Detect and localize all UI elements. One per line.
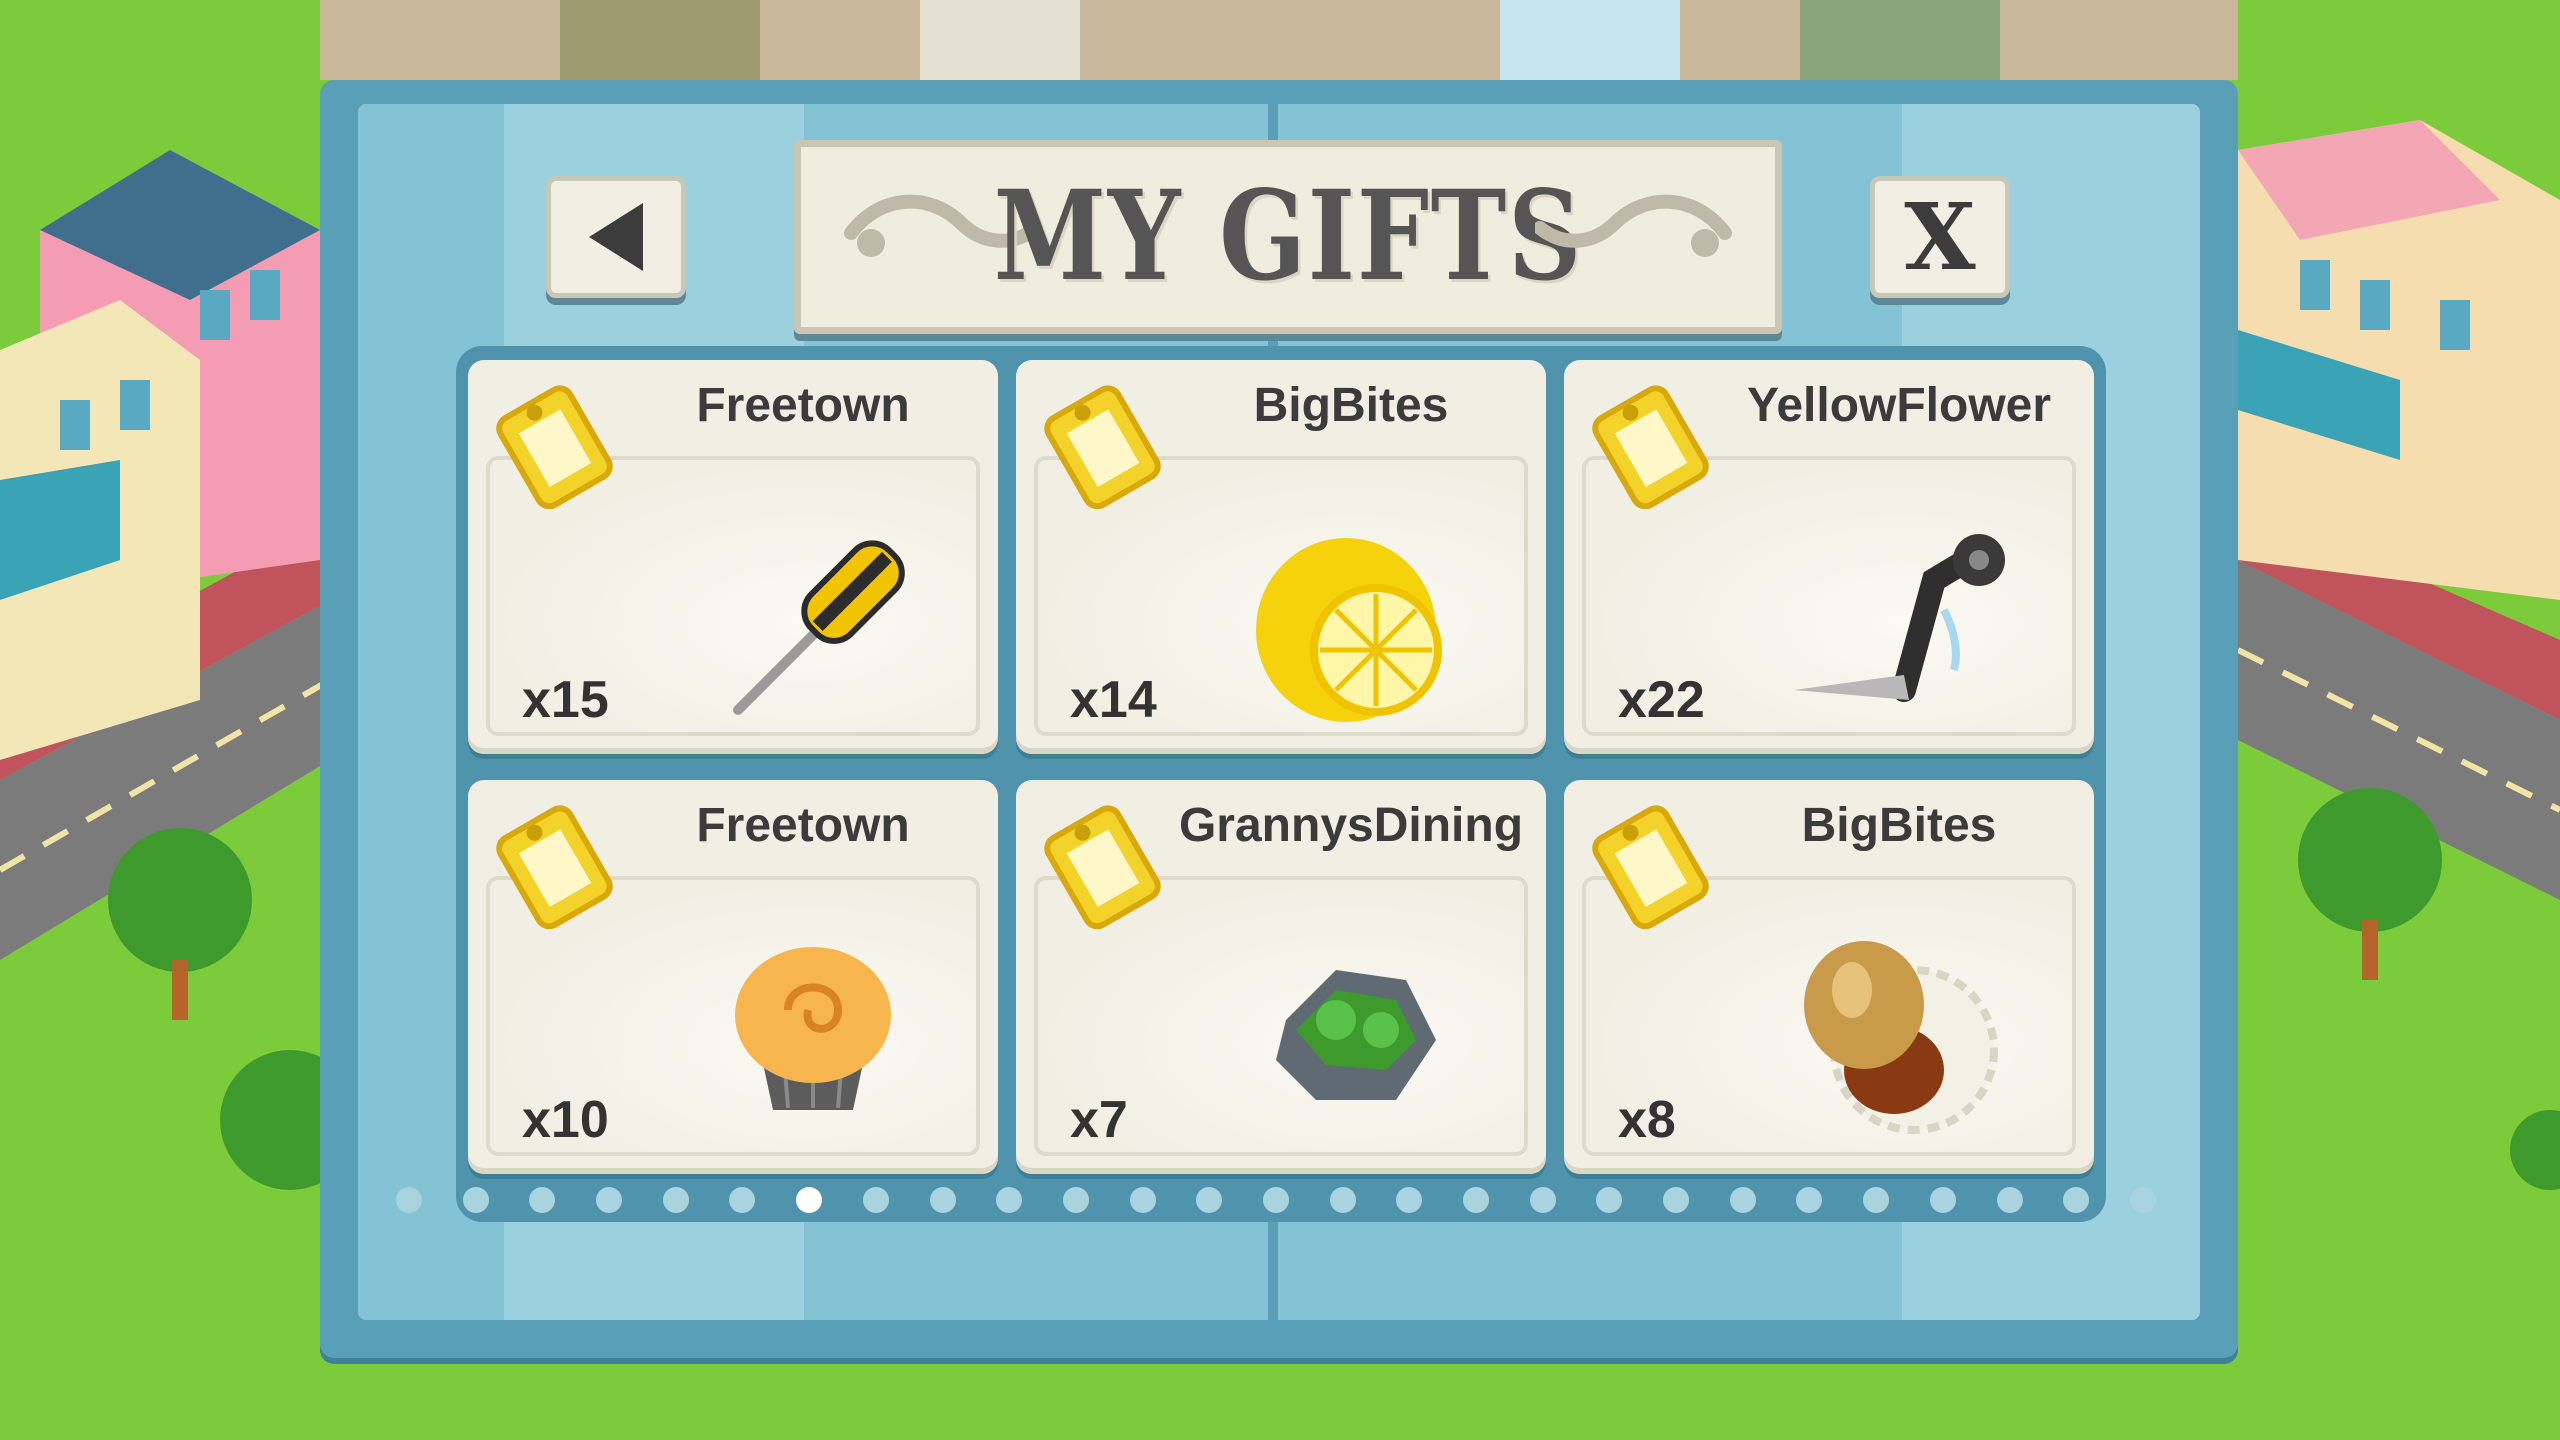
page-dot[interactable] <box>1863 1187 1890 1213</box>
screwdriver-icon <box>733 540 905 715</box>
page-indicator <box>396 1186 2156 1214</box>
gift-card[interactable]: Freetown x10 <box>468 780 998 1174</box>
page-dot[interactable] <box>596 1187 623 1213</box>
sender-name: BigBites <box>1253 379 1449 432</box>
sender-name: BigBites <box>1801 799 1997 852</box>
gift-tag-icon <box>1592 805 1709 930</box>
page-dot[interactable] <box>1529 1187 1556 1213</box>
page-dot[interactable] <box>1996 1187 2023 1213</box>
page-dot[interactable] <box>1463 1187 1489 1213</box>
sender-name: YellowFlower <box>1746 379 2052 432</box>
gift-grid: Freetown x15 BigBites x14 YellowFlower x… <box>468 360 2096 1180</box>
page-dot[interactable] <box>2063 1187 2090 1213</box>
back-button[interactable] <box>546 176 686 298</box>
gift-tag-icon <box>1044 805 1161 930</box>
sender-name: Freetown <box>696 799 910 852</box>
gift-quantity: x14 <box>1070 671 1157 729</box>
gift-tag-icon <box>1592 385 1709 510</box>
page-dot[interactable] <box>396 1187 422 1213</box>
page-dot[interactable] <box>729 1187 756 1213</box>
gift-card[interactable]: BigBites x14 <box>1016 360 1546 754</box>
acorn-icon <box>1804 941 1998 1134</box>
page-dot[interactable] <box>2129 1187 2156 1213</box>
page-dot[interactable] <box>996 1187 1023 1213</box>
page-dot[interactable] <box>1596 1187 1623 1213</box>
lemon-icon <box>1256 538 1442 722</box>
right-swirl-ornament <box>1535 194 1732 257</box>
sender-name: GrannysDining <box>1178 799 1524 852</box>
page-dot[interactable] <box>1262 1187 1289 1213</box>
page-dot[interactable] <box>1796 1187 1823 1213</box>
gift-card[interactable]: YellowFlower x22 <box>1564 360 2094 754</box>
muffin-icon <box>735 947 891 1110</box>
gift-card[interactable]: GrannysDining x7 <box>1016 780 1546 1174</box>
gift-quantity: x10 <box>522 1091 609 1149</box>
page-dot[interactable] <box>1663 1187 1690 1213</box>
page-dot[interactable] <box>662 1187 689 1213</box>
page-title: MY GIFTS <box>993 164 1583 309</box>
gift-tag-icon <box>1044 385 1161 510</box>
page-dot-active[interactable] <box>796 1187 823 1213</box>
page-dot[interactable] <box>1196 1187 1223 1213</box>
gift-quantity: x7 <box>1070 1091 1128 1149</box>
close-button[interactable]: X <box>1870 176 2010 298</box>
gift-card[interactable]: Freetown x15 <box>468 360 998 754</box>
mossy-rock-icon <box>1276 970 1436 1100</box>
page-dot[interactable] <box>529 1187 556 1213</box>
gift-quantity: x15 <box>522 671 609 729</box>
page-dot[interactable] <box>1129 1187 1156 1213</box>
page-dot[interactable] <box>929 1187 956 1213</box>
page-dot[interactable] <box>862 1187 889 1213</box>
gift-tag-icon <box>496 805 613 930</box>
page-dot[interactable] <box>1729 1187 1756 1213</box>
back-arrow-icon <box>589 203 643 271</box>
gift-quantity: x22 <box>1618 671 1705 729</box>
gift-tag-icon <box>496 385 613 510</box>
page-dot[interactable] <box>1062 1187 1089 1213</box>
page-dot[interactable] <box>1929 1187 1956 1213</box>
page-dot[interactable] <box>462 1187 489 1213</box>
page-dot[interactable] <box>1329 1187 1356 1213</box>
gift-quantity: x8 <box>1618 1091 1676 1149</box>
page-dot[interactable] <box>1396 1187 1423 1213</box>
crank-handle-icon <box>1794 534 2005 702</box>
gift-card[interactable]: BigBites x8 <box>1564 780 2094 1174</box>
close-icon: X <box>1904 183 1976 291</box>
sender-name: Freetown <box>696 379 910 432</box>
title-banner: MY GIFTS <box>794 140 1782 334</box>
